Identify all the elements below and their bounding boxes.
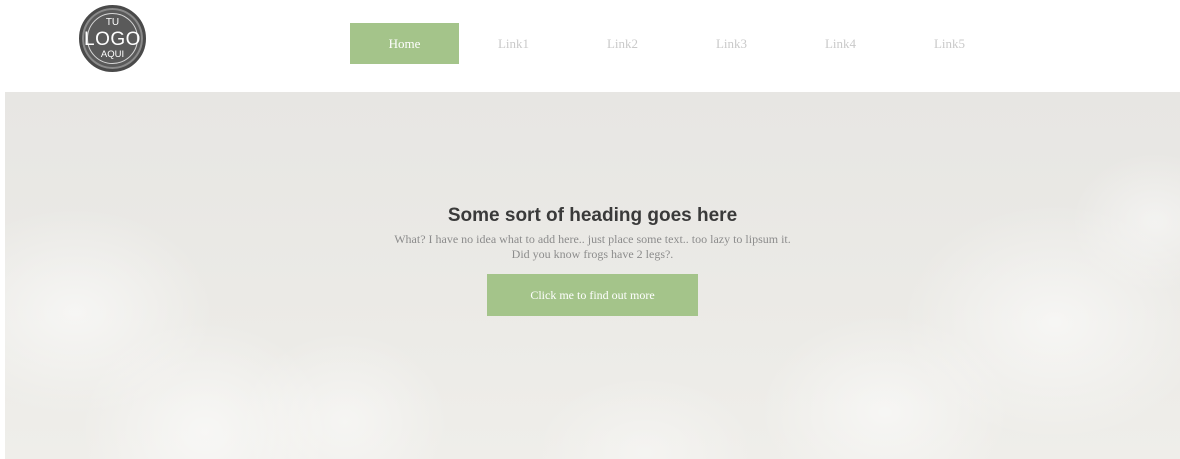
- nav-item-link5[interactable]: Link5: [895, 23, 1004, 64]
- logo[interactable]: TU LOGO AQUI: [79, 5, 146, 72]
- hero-banner: Some sort of heading goes here What? I h…: [5, 92, 1180, 459]
- hero-content: Some sort of heading goes here What? I h…: [5, 204, 1180, 316]
- hero-text-line2: Did you know frogs have 2 legs?.: [511, 247, 674, 261]
- nav-item-home[interactable]: Home: [350, 23, 459, 64]
- logo-text-main: LOGO: [84, 29, 141, 50]
- hero-text-line1: What? I have no idea what to add here.. …: [394, 232, 791, 246]
- logo-text-top: TU: [105, 17, 120, 28]
- main-nav: Home Link1 Link2 Link3 Link4 Link5: [350, 23, 1004, 64]
- nav-item-link1[interactable]: Link1: [459, 23, 568, 64]
- nav-item-link4[interactable]: Link4: [786, 23, 895, 64]
- hero-heading: Some sort of heading goes here: [447, 205, 738, 226]
- logo-text-bottom: AQUI: [100, 49, 125, 60]
- nav-item-link2[interactable]: Link2: [568, 23, 677, 64]
- nav-item-link3[interactable]: Link3: [677, 23, 786, 64]
- site-header: TU LOGO AQUI Home Link1 Link2 Link3 Link…: [0, 0, 1180, 92]
- find-out-more-button[interactable]: Click me to find out more: [487, 274, 698, 316]
